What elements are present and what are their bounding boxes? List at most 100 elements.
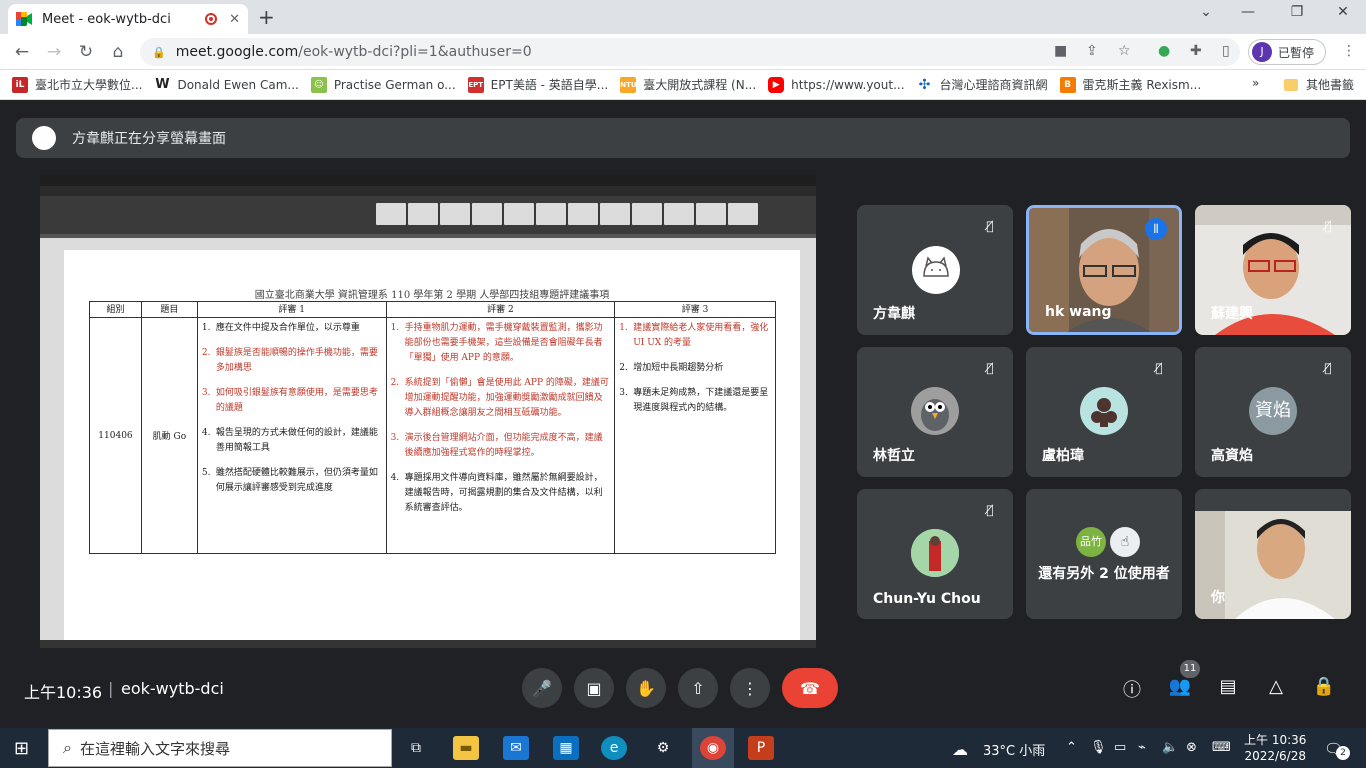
tray-expand-icon[interactable]: ⌃ xyxy=(1066,740,1077,755)
participant-tile[interactable]: 🎙̸ Chun-Yu Chou xyxy=(857,489,1013,619)
present-button[interactable]: ⇧ xyxy=(678,668,718,708)
bookmark-favicon: NTU xyxy=(620,76,637,93)
other-bookmarks[interactable]: 其他書籤 xyxy=(1284,76,1354,93)
participant-name: 你 xyxy=(1211,590,1225,606)
host-controls-icon[interactable]: 🔒 xyxy=(1311,676,1337,697)
bookmark-item[interactable]: iL 臺北市立大學數位... xyxy=(12,76,142,93)
omnibox[interactable]: 🔒 meet.google.com/eok-wytb-dci?pli=1&aut… xyxy=(140,38,1240,66)
bookmark-item[interactable]: ☺ Practise German o... xyxy=(310,76,456,93)
camera-icon: ▣ xyxy=(586,678,602,698)
windows-start-icon[interactable]: ⊞ xyxy=(14,738,29,759)
others-tile[interactable]: 品竹 ☝ 還有另外 2 位使用者 xyxy=(1026,489,1182,619)
participant-tile[interactable]: 🎙̸ 方韋麒 xyxy=(857,205,1013,335)
participant-tile[interactable]: 🎙̸ 盧柏瑋 xyxy=(1026,347,1182,477)
menu-icon[interactable]: ⋮ xyxy=(1342,43,1356,59)
battery-icon[interactable]: ▭ xyxy=(1114,740,1126,755)
participant-tile[interactable]: 🎙̸ 林哲立 xyxy=(857,347,1013,477)
weather-text[interactable]: 33°C 小雨 xyxy=(983,740,1045,759)
new-tab-button[interactable]: + xyxy=(258,5,275,29)
network-icon[interactable]: ⌁ xyxy=(1138,740,1146,755)
item-text: 系統提到「偷懶」會是使用此 APP 的障礙，建議可增加運動提醒功能，加強運動獎勵… xyxy=(404,378,609,418)
camera-button[interactable]: ▣ xyxy=(574,668,614,708)
chrome-icon[interactable]: ◉ xyxy=(700,736,726,760)
camera-blocked-icon[interactable]: ■ xyxy=(1054,43,1067,59)
people-icon[interactable]: 👥 xyxy=(1167,676,1193,697)
bookmark-label: https://www.yout... xyxy=(791,77,905,92)
home-icon[interactable]: ⌂ xyxy=(108,42,128,62)
task-view-icon[interactable]: ⧉ xyxy=(403,736,429,760)
forward-icon[interactable]: → xyxy=(44,42,64,62)
participant-name: hk wang xyxy=(1045,304,1112,320)
restore-window-icon[interactable]: ❐ xyxy=(1285,4,1309,20)
item-number: 4. xyxy=(390,473,400,483)
youtube-icon: ▶ xyxy=(768,76,785,93)
blogger-icon: B xyxy=(1059,76,1076,93)
store-icon[interactable]: ▦ xyxy=(553,736,579,760)
bookmark-item[interactable]: ▶ https://www.yout... xyxy=(768,76,905,93)
recording-icon xyxy=(205,13,218,25)
close-window-icon[interactable]: ✕ xyxy=(1331,4,1355,20)
mic-icon: 🎤 xyxy=(532,678,552,698)
mic-button[interactable]: 🎤 xyxy=(522,668,562,708)
back-icon[interactable]: ← xyxy=(12,42,32,62)
poodle-avatar xyxy=(1080,387,1128,435)
list-item: 1. 手持重物肌力運動，需手機穿戴裝置監測，攜影功能部份也需要手機架，這些設備是否… xyxy=(391,321,611,366)
item-text: 建議實際給老人家使用看看，強化 UI UX 的考量 xyxy=(633,323,769,348)
activities-icon[interactable]: △ xyxy=(1263,676,1289,697)
file-explorer-icon[interactable]: ▬ xyxy=(453,736,479,760)
bookmark-item[interactable]: EPT EPT美語 - 英語自學... xyxy=(467,76,609,93)
item-number: 1. xyxy=(619,323,628,333)
chat-icon[interactable]: ▤ xyxy=(1215,676,1241,697)
bookmark-favicon: ☺ xyxy=(310,76,327,93)
minimize-window-icon[interactable]: — xyxy=(1236,4,1260,20)
more-options-button[interactable]: ⋮ xyxy=(730,668,770,708)
bookmark-item[interactable]: ✣ 台灣心理諮商資訊網 xyxy=(916,76,1048,93)
taskbar-search[interactable]: ⌕ 在這裡輸入文字來搜尋 xyxy=(48,729,392,767)
meeting-info-icon[interactable]: ⓘ xyxy=(1119,676,1145,702)
mic-off-icon: 🎙̸ xyxy=(1324,361,1332,375)
participant-tile[interactable]: 資焰 🎙̸ 高資焰 xyxy=(1195,347,1351,477)
present-icon: ⇧ xyxy=(691,678,705,698)
mic-off-icon: 🎙̸ xyxy=(986,219,994,233)
volume-icon[interactable]: 🔈 xyxy=(1162,740,1178,755)
grammarly-icon[interactable]: ● xyxy=(1158,43,1170,59)
list-item: 4. 專題採用文件導向資料庫，雖然屬於無綱要設計，建議報告時，可揭露規劃的集合及文… xyxy=(391,471,611,516)
item-text: 演示後台管理網站介面，但功能完成度不高，建議後續應加強程式寫作的時程掌控。 xyxy=(404,433,603,458)
participant-tile-speaking[interactable]: ⦀ hk wang xyxy=(1026,205,1182,335)
close-tab-icon[interactable]: ✕ xyxy=(229,12,240,27)
side-panel-icon[interactable]: ▯ xyxy=(1222,43,1230,59)
ime-icon[interactable]: ⌨ xyxy=(1212,740,1231,755)
list-item: 1. 應在文件中提及合作單位，以示尊重 xyxy=(202,321,382,336)
bookmark-item[interactable]: W Donald Ewen Cam... xyxy=(154,76,299,93)
list-item: 2. 銀髮族是否能順暢的操作手機功能，需要多加構思 xyxy=(202,346,382,376)
participant-name: 方韋麒 xyxy=(873,306,915,322)
bookmark-item[interactable]: NTU 臺大開放式課程 (N... xyxy=(620,76,756,93)
table-row: 110406 肌動 Go 1. 應在文件中提及合作單位，以示尊重 2. 銀髮族是否能順… xyxy=(89,317,776,554)
others-label: 還有另外 2 位使用者 xyxy=(1038,566,1170,582)
raise-hand-button[interactable]: ✋ xyxy=(626,668,666,708)
end-call-button[interactable]: ☎ xyxy=(782,668,838,708)
bookmarks-overflow-icon[interactable]: » xyxy=(1252,76,1259,90)
extensions-icon[interactable]: ✚ xyxy=(1190,43,1202,59)
taskbar-clock[interactable]: 上午 10:36 2022/6/28 xyxy=(1244,732,1306,764)
reload-icon[interactable]: ↻ xyxy=(76,42,96,62)
powerpoint-icon[interactable]: P xyxy=(748,736,774,760)
profile-button[interactable]: J 已暫停 xyxy=(1248,39,1326,65)
url-path: /eok-wytb-dci?pli=1&authuser=0 xyxy=(298,44,532,60)
mail-icon[interactable]: ✉ xyxy=(503,736,529,760)
edge-icon[interactable]: e xyxy=(601,736,627,760)
clock-time: 上午 10:36 xyxy=(1244,733,1307,747)
speaking-indicator-icon: ⦀ xyxy=(1145,218,1167,240)
settings-gear-icon[interactable]: ⚙ xyxy=(650,736,676,760)
browser-tab[interactable]: Meet - eok-wytb-dci ✕ xyxy=(8,4,248,34)
bookmark-item[interactable]: B 雷克斯主義 Rexism... xyxy=(1059,76,1201,93)
close-circle-icon[interactable]: ⊗ xyxy=(1186,740,1197,755)
share-icon[interactable]: ⇪ xyxy=(1086,43,1098,59)
minimize-button[interactable]: ⌄ xyxy=(1194,4,1218,20)
participant-tile[interactable]: 🎙̸ 蘇建興 xyxy=(1195,205,1351,335)
bookmark-star-icon[interactable]: ☆ xyxy=(1118,43,1131,59)
meeting-time: 上午10:36 xyxy=(24,683,103,702)
bookmark-label: EPT美語 - 英語自學... xyxy=(490,78,609,92)
tray-mic-icon[interactable]: 🎙 xyxy=(1090,740,1107,755)
self-tile[interactable]: 你 xyxy=(1195,489,1351,619)
